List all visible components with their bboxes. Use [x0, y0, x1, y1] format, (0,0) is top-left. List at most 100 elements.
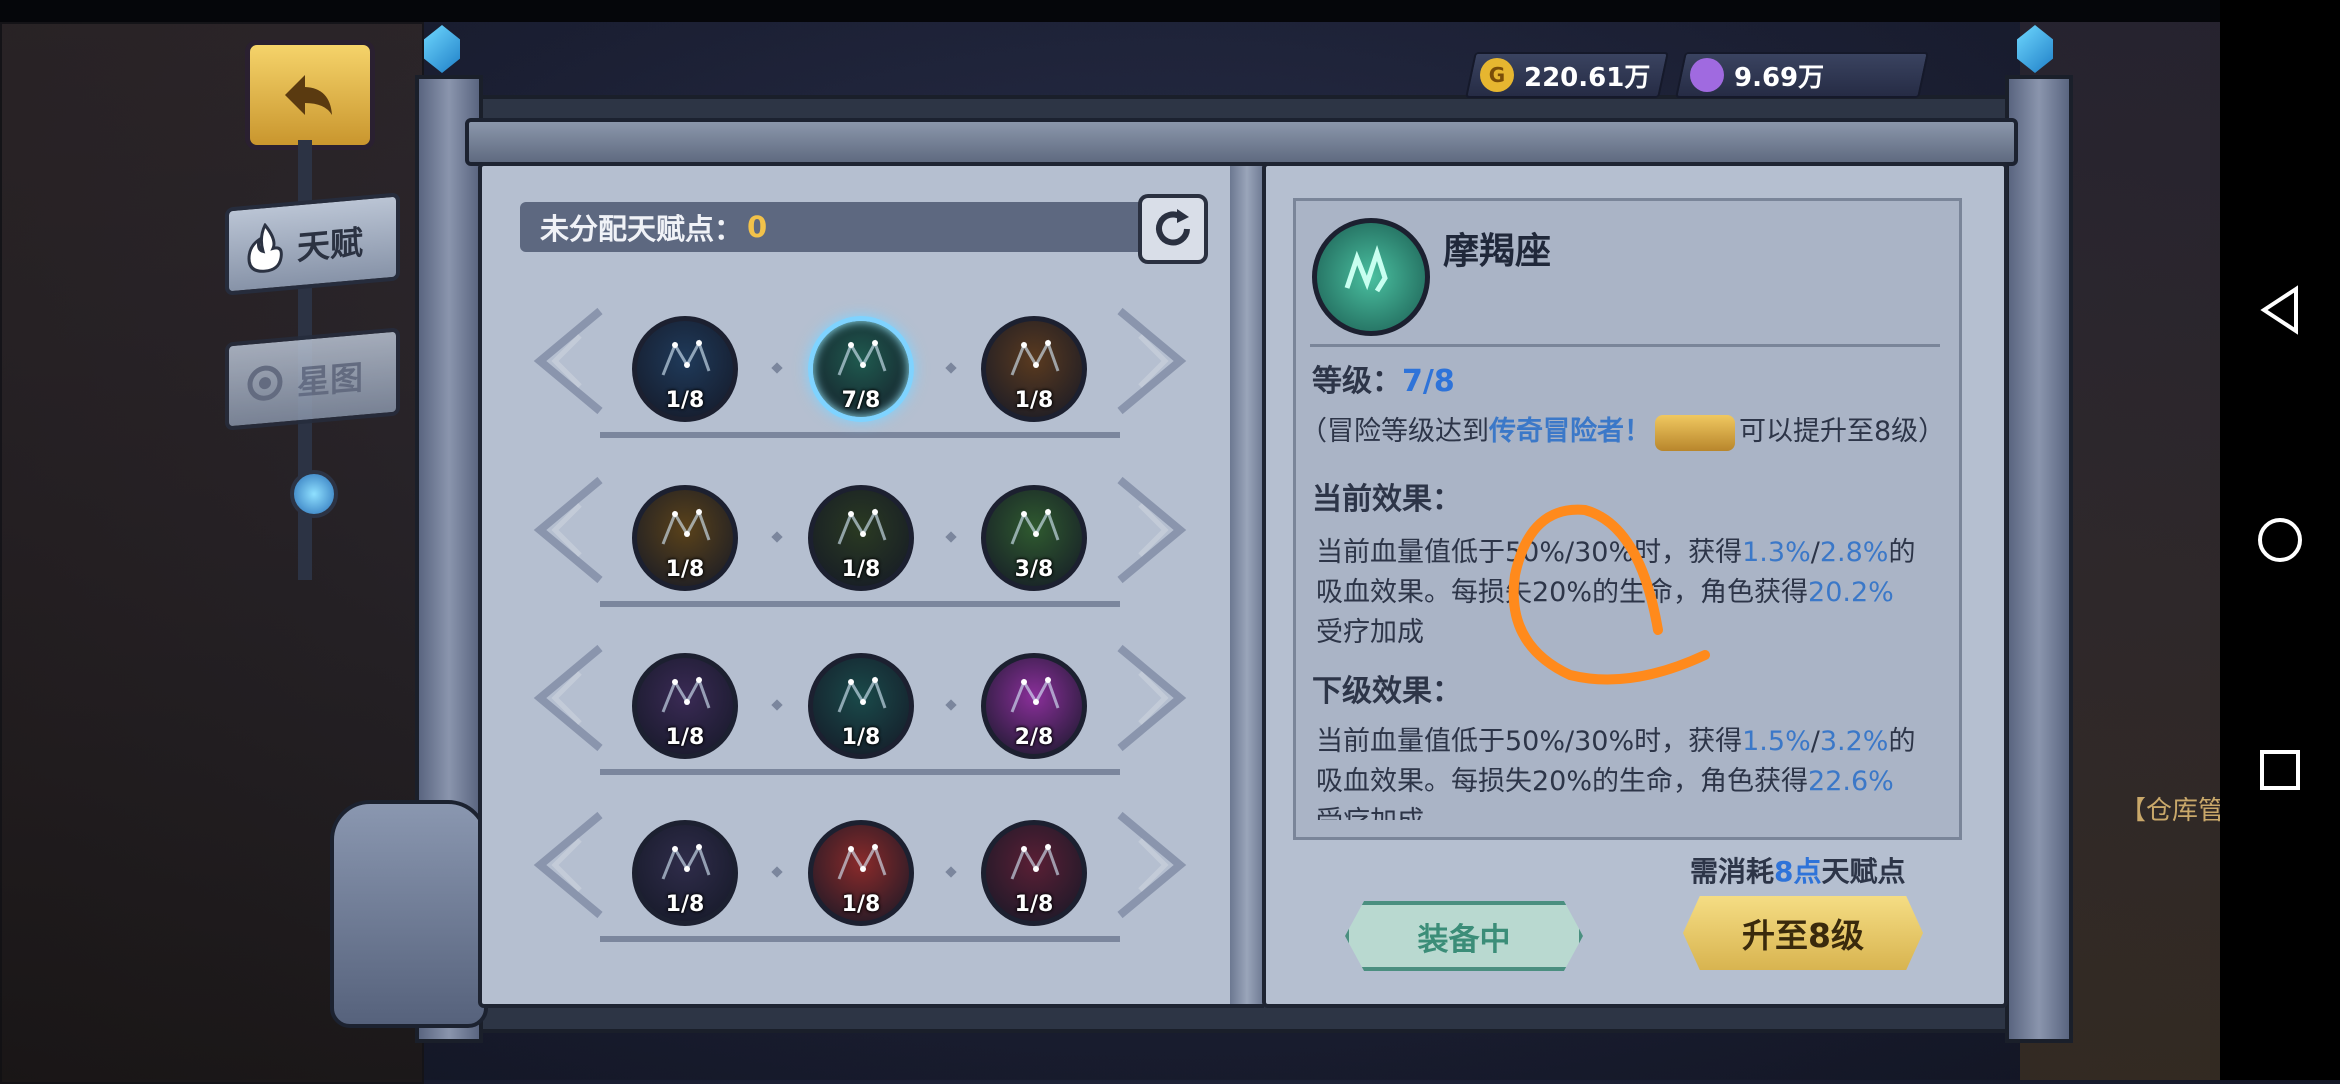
background-npc-label: 【仓库管理员】 [2120, 796, 2220, 826]
system-nav-bar [2220, 0, 2340, 1080]
back-arrow-icon [285, 75, 332, 115]
circle-home-icon [2258, 518, 2302, 562]
equipped-button[interactable]: 装备中 [1345, 901, 1583, 971]
constellation-node[interactable]: 7/8 [808, 316, 914, 422]
next-effect-line-2: 吸血效果。每损失20%的生命，角色获得22.6% [1316, 762, 1894, 802]
constellation-node[interactable]: 1/8 [981, 820, 1087, 926]
constellation-level: 3/8 [1014, 557, 1054, 582]
tab-talent[interactable]: 天赋 [225, 192, 400, 296]
current-value-3: 20.2% [1808, 577, 1894, 608]
next-effect-text-2: 吸血效果。每损失20%的生命，角色获得 [1316, 766, 1809, 797]
row-ornament-left [520, 638, 610, 758]
constellation-node[interactable]: 1/8 [981, 316, 1087, 422]
constellation-icon [655, 335, 715, 389]
constellation-level: 1/8 [665, 557, 705, 582]
constellation-node[interactable]: 1/8 [808, 485, 914, 591]
constellation-level: 1/8 [665, 725, 705, 750]
constellation-node[interactable]: 2/8 [981, 653, 1087, 759]
square-recents-icon [2260, 750, 2300, 790]
next-effect-line-1: 当前血量值低于50%/30%时，获得1.5%/3.2%的 [1316, 722, 1915, 762]
constellation-node[interactable]: 3/8 [981, 485, 1087, 591]
row-ornament-right [1110, 301, 1200, 421]
gem-currency: 9.69万 [1675, 52, 1929, 98]
next-suffix: 的 [1888, 726, 1916, 757]
next-value-3: 22.6% [1808, 766, 1894, 797]
tab-talent-label: 天赋 [297, 222, 363, 268]
next-effect-line-3: 受疗加成 [1316, 802, 1424, 820]
constellation-node[interactable]: 1/8 [632, 485, 738, 591]
star-map-icon [247, 365, 283, 401]
points-value: 0 [747, 210, 768, 244]
constellation-node[interactable]: 1/8 [808, 653, 914, 759]
nav-back-button[interactable] [2250, 280, 2310, 340]
constellation-icon [1004, 335, 1064, 389]
constellation-icon [831, 335, 891, 389]
rune-stone-decoration [330, 800, 488, 1028]
frame-pillar-right [2005, 75, 2073, 1043]
row-rail [600, 936, 1120, 942]
constellation-icon [831, 504, 891, 558]
constellation-node[interactable]: 1/8 [808, 820, 914, 926]
current-suffix: 的 [1888, 537, 1916, 568]
back-button[interactable] [245, 40, 375, 150]
orb-decoration [290, 470, 338, 518]
row-ornament-left [520, 301, 610, 421]
reset-talent-button[interactable] [1138, 194, 1208, 264]
constellation-icon [655, 672, 715, 726]
constellation-node[interactable]: 1/8 [632, 653, 738, 759]
note-suffix: 可以提升至8级） [1739, 416, 1946, 447]
frame-top-bar [465, 118, 2018, 166]
upgrade-label: 升至8级 [1742, 916, 1864, 955]
gold-amount: 220.61万 [1524, 62, 1651, 93]
points-label: 未分配天赋点： [540, 212, 744, 246]
constellation-level: 1/8 [841, 557, 881, 582]
constellation-icon [1004, 672, 1064, 726]
cost-prefix: 需消耗 [1690, 855, 1775, 888]
rank-highlight: 传奇冒险者！ [1489, 416, 1651, 447]
constellation-title: 摩羯座 [1443, 231, 1552, 272]
level-label: 等级： [1312, 364, 1402, 399]
constellation-level: 1/8 [665, 892, 705, 917]
orange-scribble-annotation [1508, 504, 1710, 685]
next-effect-heading: 下级效果： [1312, 674, 1462, 709]
next-slash: / [1810, 726, 1820, 757]
row-ornament-right [1110, 638, 1200, 758]
tab-star-map[interactable]: 星图 [225, 327, 400, 431]
refresh-icon [1156, 209, 1190, 246]
upgrade-cost: 需消耗8点天赋点 [1690, 852, 1906, 892]
level-row: 等级：7/8 [1312, 362, 1455, 402]
current-effect-line-3: 受疗加成 [1316, 617, 1424, 648]
constellation-icon [831, 839, 891, 893]
row-rail [600, 432, 1120, 438]
current-slash: / [1810, 537, 1820, 568]
constellation-node[interactable]: 1/8 [632, 316, 738, 422]
note-prefix: （冒险等级达到 [1300, 416, 1489, 447]
row-rail [600, 769, 1120, 775]
tab-star-map-label: 星图 [297, 357, 363, 403]
next-effect-scroll[interactable]: 当前血量值低于50%/30%时，获得1.5%/3.2%的 吸血效果。每损失20%… [1310, 722, 1950, 820]
current-value-1: 1.3% [1742, 537, 1811, 568]
constellation-icon [655, 839, 715, 893]
level-value: 7/8 [1402, 364, 1455, 399]
rank-badge-icon [1655, 414, 1735, 451]
constellation-icon [655, 504, 715, 558]
flame-icon [247, 222, 283, 273]
gold-currency: G 220.61万 [1465, 52, 1669, 98]
capricorn-icon [1312, 218, 1430, 336]
unallocated-points-bar: 未分配天赋点： 0 [520, 202, 1160, 252]
constellation-level: 1/8 [1014, 388, 1054, 413]
cost-suffix: 天赋点 [1821, 855, 1906, 888]
crystal-icon [424, 25, 460, 73]
constellation-icon [1004, 839, 1064, 893]
constellation-level: 1/8 [841, 725, 881, 750]
gold-coin-icon: G [1480, 58, 1514, 92]
nav-recents-button[interactable] [2250, 740, 2310, 800]
constellation-level: 7/8 [841, 388, 881, 413]
constellation-node[interactable]: 1/8 [632, 820, 738, 926]
next-effect-text: 当前血量值低于50%/30%时，获得 [1316, 726, 1743, 757]
row-rail [600, 601, 1120, 607]
constellation-icon [1004, 504, 1064, 558]
upgrade-button[interactable]: 升至8级 [1683, 896, 1923, 970]
nav-home-button[interactable] [2250, 510, 2310, 570]
constellation-icon [831, 672, 891, 726]
